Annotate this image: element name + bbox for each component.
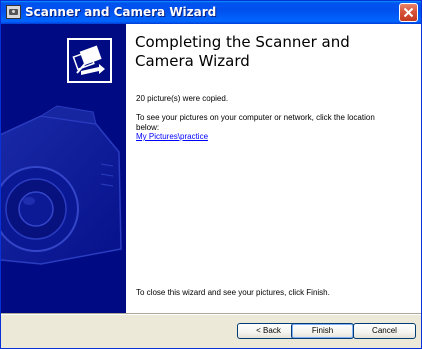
- page-title: Completing the Scanner and Camera Wizard: [135, 33, 350, 70]
- finish-button[interactable]: Finish: [291, 323, 354, 339]
- cancel-button[interactable]: Cancel: [353, 323, 416, 339]
- close-icon: [403, 7, 414, 18]
- window-title: Scanner and Camera Wizard: [25, 5, 217, 19]
- wizard-window: Scanner and Camera Wizard Completing the…: [0, 0, 422, 349]
- close-button[interactable]: [399, 3, 418, 22]
- scanner-camera-icon: [6, 5, 21, 19]
- wizard-content: Completing the Scanner and Camera Wizard…: [126, 24, 421, 313]
- photo-transfer-icon: [67, 38, 112, 83]
- location-link[interactable]: My Pictures\practice: [136, 132, 208, 142]
- wizard-sidebar: [1, 24, 126, 313]
- button-separator: [1, 313, 421, 315]
- title-bar[interactable]: Scanner and Camera Wizard: [1, 1, 421, 24]
- copied-message: 20 picture(s) were copied.: [136, 94, 229, 103]
- closing-instruction: To close this wizard and see your pictur…: [136, 288, 330, 297]
- instruction-text: To see your pictures on your computer or…: [136, 113, 375, 132]
